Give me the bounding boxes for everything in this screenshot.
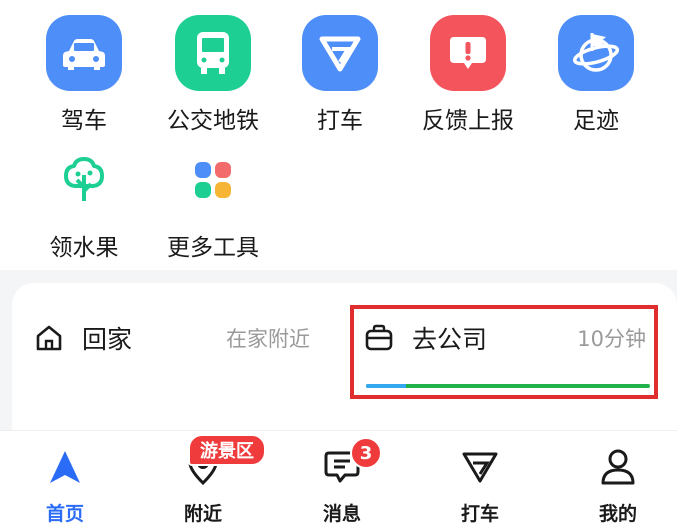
home-label: 回家 bbox=[82, 325, 133, 354]
tab-label: 我的 bbox=[598, 503, 637, 525]
home-sub: 在家附近 bbox=[226, 327, 310, 351]
tab-profile[interactable]: 我的 bbox=[558, 431, 677, 532]
tool-fruit[interactable]: 领水果 bbox=[19, 142, 149, 262]
tool-feedback[interactable]: 反馈上报 bbox=[403, 15, 533, 135]
tab-label: 附近 bbox=[183, 503, 222, 525]
tool-footprint[interactable]: 足迹 bbox=[531, 15, 661, 135]
tab-label: 首页 bbox=[45, 503, 84, 525]
tool-label: 足迹 bbox=[573, 108, 619, 134]
tool-taxi[interactable]: 打车 bbox=[275, 15, 405, 135]
profile-icon bbox=[598, 447, 638, 487]
tab-messages[interactable]: 消息 bbox=[282, 431, 402, 532]
tool-more[interactable]: 更多工具 bbox=[148, 142, 278, 262]
commute-progress-fill bbox=[366, 384, 406, 388]
navigation-arrow-icon bbox=[45, 447, 85, 487]
feedback-icon bbox=[430, 15, 506, 91]
taxi-icon bbox=[460, 447, 500, 487]
unread-count-badge: 3 bbox=[350, 437, 382, 469]
tool-label: 反馈上报 bbox=[422, 108, 514, 134]
tool-label: 打车 bbox=[317, 108, 363, 134]
tab-taxi[interactable]: 打车 bbox=[420, 431, 540, 532]
go-home-shortcut[interactable]: 回家 在家附近 bbox=[34, 283, 340, 393]
scenic-badge: 游景区 bbox=[188, 434, 266, 466]
car-icon bbox=[46, 15, 122, 91]
tool-label: 领水果 bbox=[49, 235, 119, 261]
tab-label: 打车 bbox=[460, 503, 499, 525]
more-tools-icon bbox=[175, 142, 251, 218]
taxi-icon bbox=[302, 15, 378, 91]
home-icon bbox=[34, 323, 64, 353]
tab-home[interactable]: 首页 bbox=[5, 431, 125, 532]
commute-progress-bar bbox=[366, 384, 650, 388]
tool-label: 公交地铁 bbox=[167, 108, 259, 134]
bus-icon bbox=[175, 15, 251, 91]
tools-panel: 驾车 公交地铁 打车 反馈上报 足迹 领水果 更多工具 bbox=[0, 0, 677, 270]
tool-bus[interactable]: 公交地铁 bbox=[148, 15, 278, 135]
footprint-icon bbox=[558, 15, 634, 91]
tool-drive[interactable]: 驾车 bbox=[19, 15, 149, 135]
tool-label: 驾车 bbox=[61, 108, 107, 134]
tool-label: 更多工具 bbox=[167, 235, 259, 261]
fruit-tree-icon bbox=[46, 142, 122, 218]
bottom-tab-bar: 首页 附近 消息 打车 我的 bbox=[0, 430, 677, 532]
tab-label: 消息 bbox=[322, 503, 361, 525]
